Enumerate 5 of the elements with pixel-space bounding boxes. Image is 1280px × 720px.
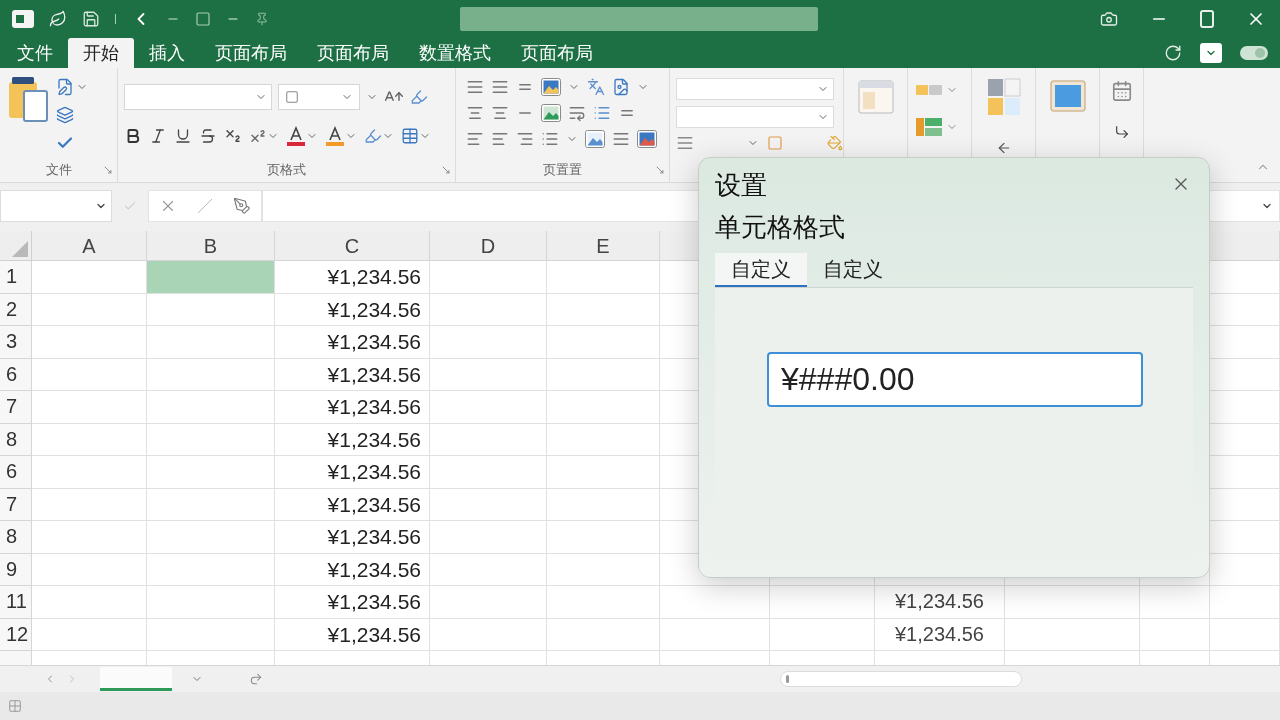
ribbon-group-label: 文件 <box>45 161 72 180</box>
ribbon-group-label: 页格式 <box>267 161 306 180</box>
ribbon-group-label: 页置置 <box>543 161 582 180</box>
dialog-title: 设置 <box>715 169 767 201</box>
dialog-subtitle: 单元格格式 <box>715 211 846 243</box>
